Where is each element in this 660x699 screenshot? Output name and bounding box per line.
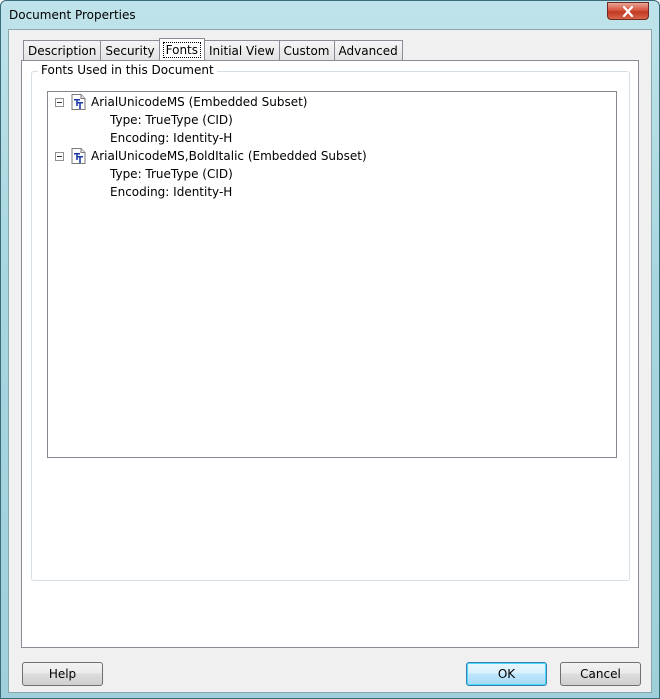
tab-initial-view[interactable]: Initial View — [205, 40, 279, 60]
tab-label: Advanced — [338, 43, 398, 58]
tab-strip: Description Security Fonts Initial View … — [23, 38, 403, 61]
close-button[interactable] — [607, 2, 649, 20]
tab-security[interactable]: Security — [100, 40, 159, 60]
collapse-toggle-icon[interactable] — [55, 152, 64, 161]
groupbox-label: Fonts Used in this Document — [38, 63, 217, 77]
font-tree-node: ArialUnicodeMS,BoldItalic (Embedded Subs… — [48, 147, 616, 201]
tab-label: Fonts — [162, 41, 202, 58]
fonts-tab-panel: Fonts Used in this Document ArialUnicode… — [21, 60, 639, 648]
tab-custom[interactable]: Custom — [278, 40, 334, 60]
font-tree-node: ArialUnicodeMS (Embedded Subset) Type: T… — [48, 93, 616, 147]
ok-button[interactable]: OK — [466, 662, 547, 686]
help-button[interactable]: Help — [22, 662, 103, 686]
close-icon — [622, 5, 634, 17]
tab-label: Initial View — [209, 43, 275, 58]
dialog-client-area: Description Security Fonts Initial View … — [8, 29, 652, 693]
fonts-groupbox: Fonts Used in this Document ArialUnicode… — [31, 63, 630, 581]
cancel-button[interactable]: Cancel — [560, 662, 641, 686]
tab-description[interactable]: Description — [23, 40, 101, 60]
font-node-row[interactable]: ArialUnicodeMS (Embedded Subset) — [48, 93, 616, 111]
font-type: Type: TrueType (CID) — [110, 113, 233, 127]
font-name: ArialUnicodeMS,BoldItalic (Embedded Subs… — [91, 149, 367, 163]
collapse-toggle-icon[interactable] — [55, 98, 64, 107]
tab-label: Security — [105, 43, 155, 58]
fonts-tree-view[interactable]: ArialUnicodeMS (Embedded Subset) Type: T… — [47, 91, 617, 458]
font-name: ArialUnicodeMS (Embedded Subset) — [91, 95, 308, 109]
tab-fonts[interactable]: Fonts — [158, 38, 206, 60]
tab-advanced[interactable]: Advanced — [333, 40, 403, 60]
tab-label: Description — [28, 43, 97, 58]
font-encoding: Encoding: Identity-H — [110, 131, 233, 145]
truetype-font-icon — [71, 148, 86, 164]
font-encoding: Encoding: Identity-H — [110, 185, 233, 199]
title-bar[interactable]: Document Properties — [1, 1, 659, 31]
document-properties-window: Document Properties Description Security… — [0, 0, 660, 699]
font-type: Type: TrueType (CID) — [110, 167, 233, 181]
truetype-font-icon — [71, 94, 86, 110]
window-title: Document Properties — [9, 8, 136, 22]
tab-label: Custom — [283, 43, 330, 58]
font-node-row[interactable]: ArialUnicodeMS,BoldItalic (Embedded Subs… — [48, 147, 616, 165]
